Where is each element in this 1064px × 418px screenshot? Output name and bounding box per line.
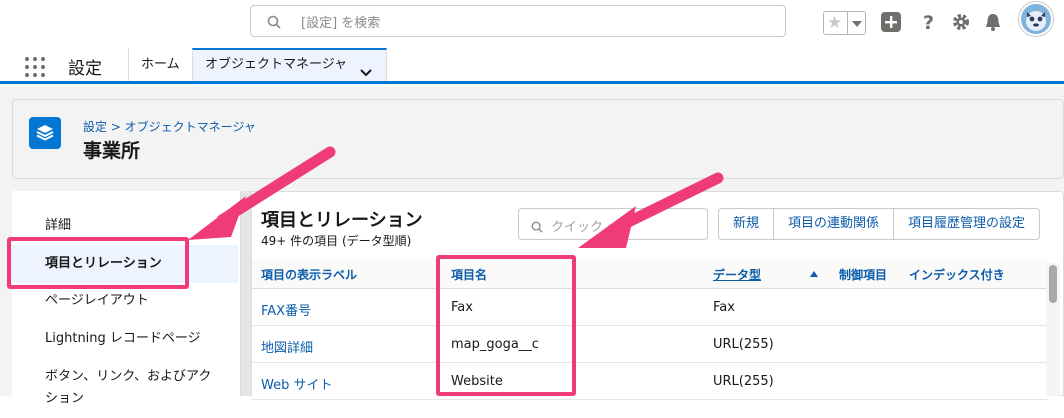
chevron-down-icon[interactable] [359,60,373,89]
gear-icon[interactable] [950,11,972,33]
highlight-box-sidebar [7,237,189,289]
breadcrumb[interactable]: 設定 > オブジェクトマネージャ [83,118,256,135]
app-navigation-bar: 設定 ホーム オブジェクトマネージャ [0,48,1064,84]
plus-icon[interactable] [880,11,902,33]
column-field-label[interactable]: 項目の表示ラベル [261,266,357,283]
favorites-button[interactable]: ★ [823,11,866,35]
sidebar-item-lightning-record-pages[interactable]: Lightning レコードページ [12,320,238,358]
column-controlling-field[interactable]: 制御項目 [839,266,887,283]
tab-object-manager-label: オブジェクトマネージャ [205,57,348,72]
global-search-input[interactable]: [設定] を検索 [250,5,786,37]
table-row: Web サイト Website URL(255) [252,363,1048,400]
field-label-link[interactable]: 地図詳細 [261,337,313,356]
app-name: 設定 [68,59,102,79]
sidebar-item-buttons-links-actions-cont[interactable]: ション [12,380,238,418]
bell-icon[interactable] [982,11,1004,33]
column-data-type[interactable]: データ型 [713,266,761,283]
sort-ascending-icon[interactable] [810,271,818,277]
object-layers-icon [29,117,61,149]
tab-object-manager[interactable]: オブジェクトマネージャ [192,48,387,81]
new-button[interactable]: 新規 [719,209,773,239]
search-placeholder: [設定] を検索 [301,16,381,31]
svg-text:?: ? [923,12,934,33]
avatar[interactable] [1019,2,1053,36]
highlight-box-field-name-column [436,255,576,396]
sidebar-item-label: Lightning レコードページ [45,331,201,346]
favorites-dropdown-icon[interactable] [847,12,865,34]
table-row: 地図詳細 map_goga__c URL(255) [252,326,1048,363]
tab-home[interactable]: ホーム [128,48,192,81]
page-header: 設定 > オブジェクトマネージャ 事業所 [12,99,1064,179]
quick-find-input[interactable]: クイック [518,208,708,240]
star-icon[interactable]: ★ [827,13,842,33]
field-data-type: URL(255) [713,337,774,352]
table-row: FAX番号 Fax Fax [252,289,1048,326]
fields-relationships-panel: 項目とリレーション 49+ 件の項目 (データ型順) クイック 新規 項目の連動… [252,191,1064,400]
page-title: 事業所 [83,140,141,162]
section-subtitle: 49+ 件の項目 (データ型順) [261,234,412,248]
field-data-type: Fax [713,300,735,315]
global-header: [設定] を検索 ★ ? [0,0,1064,48]
field-history-settings-button[interactable]: 項目履歴管理の設定 [893,209,1039,239]
sidebar-resizer[interactable] [240,191,252,396]
column-indexed[interactable]: インデックス付き [909,266,1005,283]
action-button-group: 新規 項目の連動関係 項目履歴管理の設定 [718,208,1041,240]
field-label-link[interactable]: FAX番号 [261,300,311,319]
section-title: 項目とリレーション [261,210,423,231]
field-data-type: URL(255) [713,374,774,389]
sidebar-item-label: ページレイアウト [45,293,149,308]
table-scrollbar[interactable] [1046,263,1060,396]
help-icon[interactable]: ? [918,11,940,34]
scrollbar-thumb[interactable] [1049,265,1057,303]
search-icon [267,14,281,33]
field-label-link[interactable]: Web サイト [261,374,332,393]
quick-find-placeholder: クイック [551,220,604,235]
sidebar-item-label: ション [45,391,85,406]
tab-home-label: ホーム [141,57,180,72]
sidebar-item-label: 詳細 [45,218,72,233]
search-icon [531,218,543,237]
field-dependencies-button[interactable]: 項目の連動関係 [773,209,893,239]
table-header: 項目の表示ラベル 項目名 データ型 制御項目 インデックス付き [252,259,1048,289]
app-launcher-icon[interactable] [24,56,46,78]
